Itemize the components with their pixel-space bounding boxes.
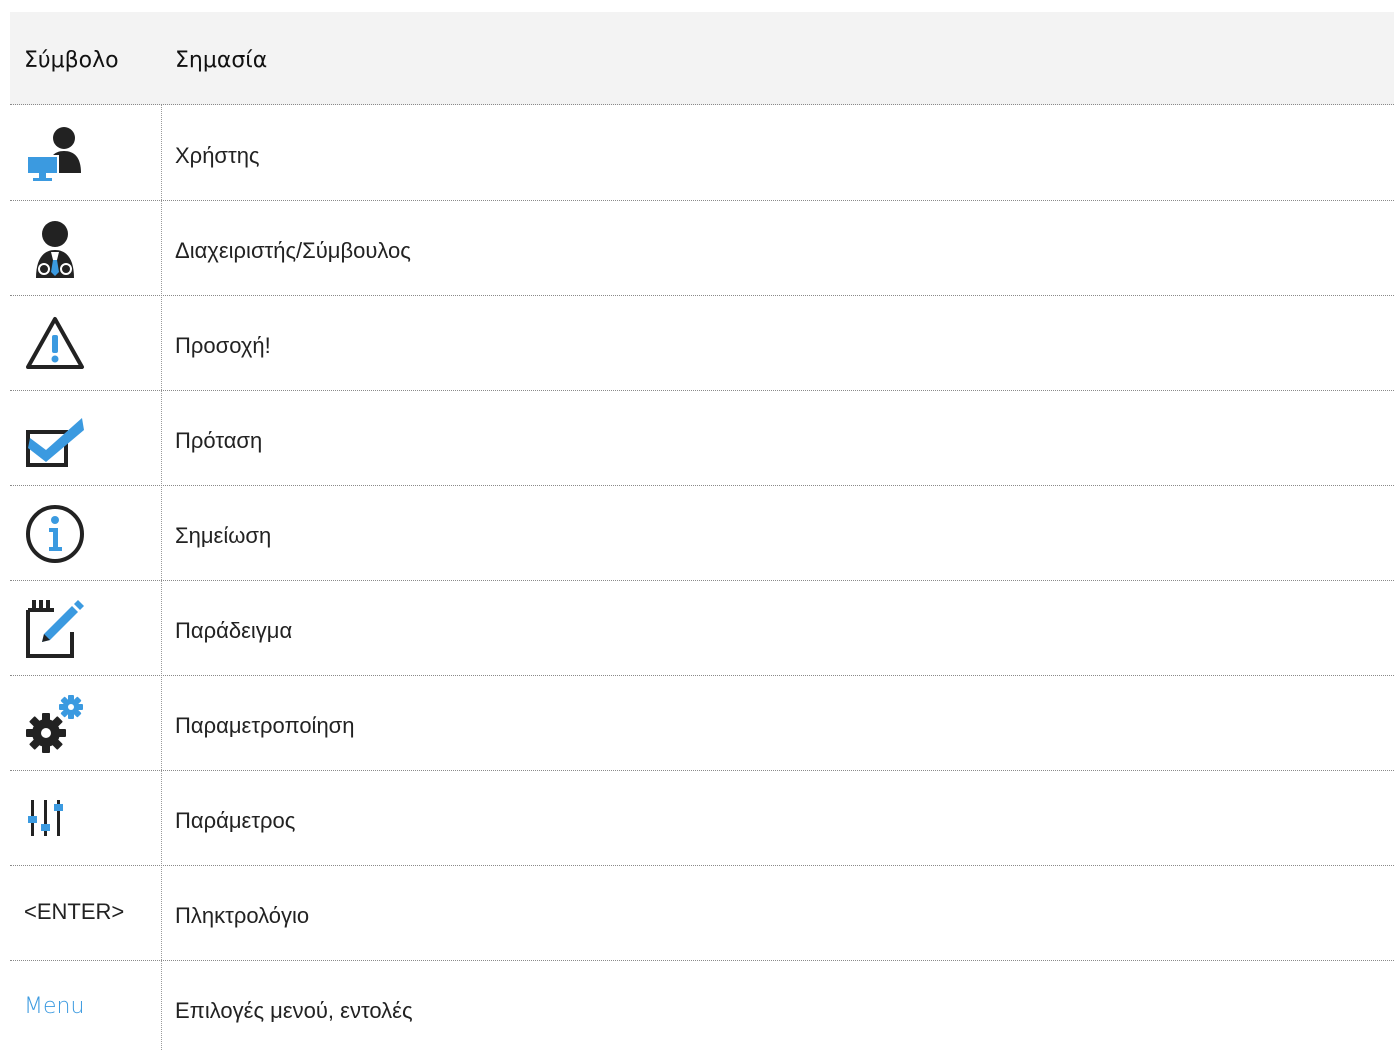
symbol-cell [10,581,161,675]
meaning-cell: Σημείωση [175,523,272,548]
meaning-cell: Παράδειγμα [175,618,293,643]
gears-icon [24,693,86,755]
table-row: Χρήστης [10,106,1394,201]
table-row: Παραμετροποίηση [10,676,1394,771]
meaning-cell: Επιλογές μενού, εντολές [175,998,413,1023]
header-symbol: Σύμβολο [24,48,119,73]
symbol-cell: <ENTER> [10,866,161,960]
symbol-cell [10,296,161,390]
warning-triangle-icon [24,313,86,375]
menu-symbol: Menu [24,994,85,1019]
table-row: Σημείωση [10,486,1394,581]
table-row: Διαχειριστής/Σύμβουλος [10,201,1394,296]
meaning-cell: Χρήστης [175,143,260,168]
symbol-cell [10,106,161,200]
symbol-cell [10,201,161,295]
table-body: Χρήστης Διαχειριστής/Σύμβουλος Προσοχή! … [10,106,1394,1056]
user-computer-icon [24,123,86,185]
symbol-cell [10,676,161,770]
symbols-legend-table: Σύμβολο Σημασία Χρήστης Διαχειριστής/Σύμ… [10,0,1394,1050]
enter-key-symbol: <ENTER> [24,899,125,924]
info-circle-icon [24,503,86,565]
notepad-pencil-icon [24,598,86,660]
table-row: Παράμετρος [10,771,1394,866]
table-row: Πρόταση [10,391,1394,486]
meaning-cell: Πρόταση [175,428,263,453]
symbol-cell [10,391,161,485]
sliders-icon [24,788,86,850]
meaning-cell: Διαχειριστής/Σύμβουλος [175,238,411,263]
meaning-cell: Πληκτρολόγιο [175,903,310,928]
checkbox-check-icon [24,408,86,470]
meaning-cell: Παράμετρος [175,808,296,833]
symbol-cell [10,771,161,865]
table-row: <ENTER> Πληκτρολόγιο [10,866,1394,961]
meaning-cell: Παραμετροποίηση [175,713,355,738]
table-row: Παράδειγμα [10,581,1394,676]
meaning-cell: Προσοχή! [175,333,271,358]
table-row: Menu Επιλογές μενού, εντολές [10,961,1394,1056]
administrator-consultant-icon [24,218,86,280]
symbol-cell [10,486,161,580]
table-row: Προσοχή! [10,296,1394,391]
symbol-cell: Menu [10,961,161,1055]
header-meaning: Σημασία [175,48,268,73]
table-header: Σύμβολο Σημασία [10,12,1394,105]
